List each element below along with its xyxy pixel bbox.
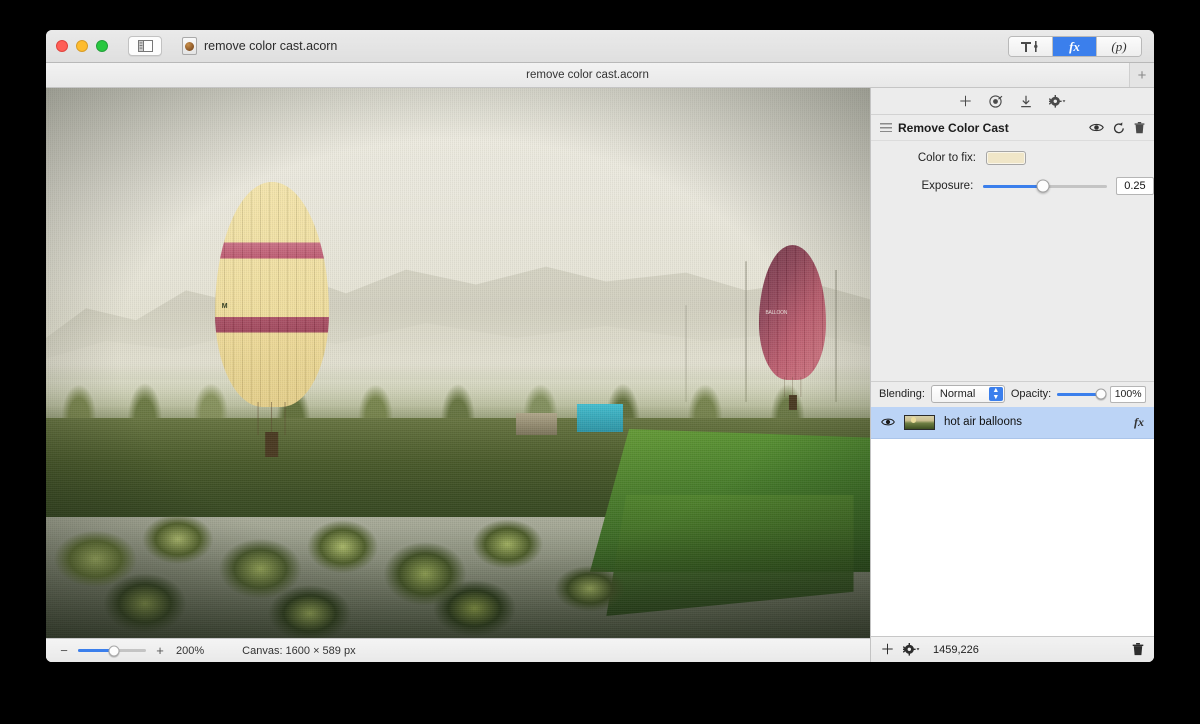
document-title-group[interactable]: remove color cast.acorn [182,37,337,55]
inspector-panel: Remove Color Cast Color to fix: Exposure… [870,88,1154,662]
zoom-level-label: 200% [176,644,205,657]
minimize-button[interactable] [76,40,88,52]
drag-grip-icon[interactable] [880,123,892,132]
layer-fx-badge[interactable]: fx [1134,415,1144,430]
new-tab-button[interactable]: + [1129,63,1154,87]
exposure-label: Exposure: [921,180,974,192]
delete-icon[interactable] [1134,121,1145,134]
zoom-slider-knob[interactable] [108,645,120,656]
tab-filters[interactable]: fx [1053,37,1097,56]
filter-toolbar [871,88,1154,115]
zoom-button[interactable] [96,40,108,52]
zoom-in-button[interactable]: + [154,643,166,658]
add-layer-icon[interactable] [881,643,894,656]
filter-title: Remove Color Cast [898,120,1009,135]
gear-menu-icon[interactable] [1049,94,1066,108]
download-icon[interactable] [1020,95,1032,108]
visibility-eye-icon[interactable] [1089,122,1104,133]
exposure-slider-fill [983,184,1043,188]
exposure-value-field[interactable]: 0.25 [1115,177,1154,195]
tab-tools[interactable] [1009,37,1053,56]
filter-parameters: Color to fix: Exposure: 0.25 [871,141,1154,381]
reset-icon[interactable] [1113,121,1125,134]
blending-row: Blending: Normal ▲ ▼ Opacity: 100% [871,380,1154,407]
app-window: remove color cast.acorn fx (p) remove co… [46,30,1154,662]
canvas-status-bar: − + 200% Canvas: 1600 × 589 px [46,638,870,662]
vignette [46,88,870,638]
exposure-slider-knob[interactable] [1036,179,1050,193]
layer-visibility-eye-icon[interactable] [881,417,895,427]
tools-icon [1020,41,1037,52]
document-title: remove color cast.acorn [204,39,338,53]
zoom-slider[interactable] [78,645,146,656]
filter-header: Remove Color Cast [871,115,1154,141]
layers-footer: 1459,226 [871,636,1154,662]
filter-target-icon[interactable] [989,94,1003,108]
opacity-slider-fill [1057,392,1101,396]
window-body: M BALLOON − [46,88,1154,662]
opacity-value-field[interactable]: 100% [1110,385,1146,403]
opacity-slider-knob[interactable] [1095,388,1107,400]
canvas-area: M BALLOON − [46,88,870,662]
layers-gear-menu-icon[interactable] [903,643,920,656]
color-to-fix-label: Color to fix: [917,152,976,164]
opacity-label: Opacity: [1010,388,1052,400]
cursor-coordinates: 1459,226 [933,643,979,656]
layer-thumbnail [904,414,935,430]
blending-label: Blending: [879,388,925,400]
add-filter-icon[interactable] [959,95,972,108]
exposure-slider[interactable] [983,179,1107,193]
image-canvas[interactable]: M BALLOON [46,88,870,638]
opacity-slider[interactable] [1057,388,1107,400]
sidebar-toggle-button[interactable] [128,36,162,56]
stepper-arrows-icon[interactable]: ▲ ▼ [988,387,1003,401]
inspector-segmented-control[interactable]: fx (p) [1008,36,1142,57]
acorn-document-icon [182,37,197,55]
param-color-to-fix: Color to fix: [871,151,1154,165]
zoom-out-button[interactable]: − [58,643,70,658]
trash-icon[interactable] [1132,643,1144,656]
filter-actions [1089,121,1145,134]
blending-mode-select[interactable]: Normal ▲ ▼ [930,385,1005,403]
canvas-size-label: Canvas: 1600 × 589 px [242,644,356,657]
layer-row[interactable]: hot air balloons fx [871,406,1154,439]
tab-presets[interactable]: (p) [1097,37,1141,56]
layer-name[interactable]: hot air balloons [944,416,1125,428]
layers-list: hot air balloons fx [871,406,1154,636]
sidebar-toggle-icon [137,40,153,52]
traffic-lights [56,40,108,52]
param-exposure: Exposure: 0.25 [871,177,1154,195]
tab-bar: remove color cast.acorn + [46,63,1154,88]
close-button[interactable] [56,40,68,52]
titlebar: remove color cast.acorn fx (p) [46,30,1154,63]
active-tab-title[interactable]: remove color cast.acorn [46,69,1129,81]
color-to-fix-swatch[interactable] [986,151,1026,165]
blending-mode-value: Normal [939,388,976,400]
